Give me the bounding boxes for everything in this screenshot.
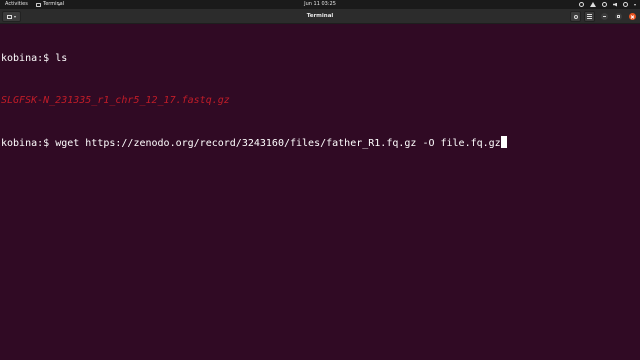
vlc-cone-icon[interactable] xyxy=(590,2,596,7)
command-input[interactable]: wget https://zenodo.org/record/3243160/f… xyxy=(55,138,501,149)
clock[interactable]: Jun 11 03:25 xyxy=(0,0,640,9)
terminal-line: kobina:$ wget https://zenodo.org/record/… xyxy=(1,136,640,150)
power-icon[interactable] xyxy=(623,2,628,7)
top-bar: Activities Terminal Jun 11 03:25 xyxy=(0,0,640,9)
text-cursor xyxy=(500,136,507,148)
close-button[interactable] xyxy=(629,13,636,20)
search-button[interactable] xyxy=(570,11,581,22)
menu-button[interactable] xyxy=(584,11,595,22)
file-listing: SLGFSK-N_231335_r1_chr5_12_17.fastq.gz xyxy=(1,95,230,106)
terminal-line: SLGFSK-N_231335_r1_chr5_12_17.fastq.gz xyxy=(1,94,640,108)
network-icon[interactable] xyxy=(602,2,607,7)
system-tray[interactable] xyxy=(579,0,636,9)
terminal-output[interactable]: kobina:$ ls SLGFSK-N_231335_r1_chr5_12_1… xyxy=(0,24,640,360)
terminal-header-bar: Terminal xyxy=(0,9,640,24)
hamburger-icon xyxy=(587,14,592,16)
search-icon xyxy=(573,14,578,19)
prompt: kobina:$ xyxy=(1,53,56,64)
chevron-down-icon[interactable] xyxy=(634,3,636,6)
window-title: Terminal xyxy=(306,13,334,19)
terminal-line: kobina:$ ls xyxy=(1,52,640,66)
status-circle-icon[interactable] xyxy=(579,2,584,7)
minimize-button[interactable] xyxy=(601,13,608,20)
prompt: kobina:$ xyxy=(1,138,56,149)
command: ls xyxy=(55,53,68,64)
volume-icon[interactable] xyxy=(613,2,617,7)
maximize-button[interactable] xyxy=(615,13,622,20)
